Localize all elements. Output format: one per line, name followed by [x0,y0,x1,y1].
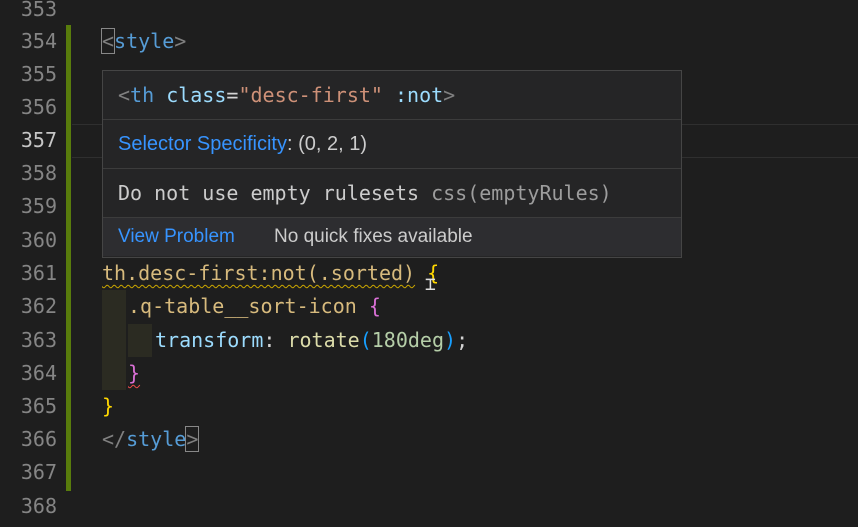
css-selector: .q-table__sort-icon [128,294,357,318]
text-cursor-icon: ⌶ [425,274,436,295]
line-number: 363 [20,328,57,352]
colon: : [263,328,288,352]
css-property: transform [155,328,264,352]
git-modified-indicator [66,25,71,491]
indent-guide [102,290,126,390]
css-function: rotate [287,328,360,352]
element-signature: <th class="desc-first" :not> [118,83,455,107]
code-editor[interactable]: 353 354 355 356 357 358 359 360 361 362 … [0,0,858,527]
close-brace: } [128,361,141,385]
line-number: 356 [20,95,57,119]
line-number: 365 [20,394,57,418]
code-line-366: </style> [102,423,200,456]
sig-space [154,83,166,107]
tag-close-bracket: > [185,426,200,452]
specificity-link[interactable]: Selector Specificity [118,133,287,155]
line-number: 355 [20,62,57,86]
css-selector-warning[interactable]: th.desc-first:not(.sorted) [102,261,415,285]
paren-close: ) [444,328,457,352]
no-quick-fixes-label: No quick fixes available [274,226,473,247]
tag-name: style [114,29,175,53]
line-number: 360 [20,228,57,252]
line-number: 362 [20,294,57,318]
problem-message: Do not use empty rulesets css(emptyRules… [118,181,612,205]
tag-open-bracket: < [100,28,116,54]
sig-eq: = [226,83,239,107]
code-line-362: .q-table__sort-icon { [128,290,381,323]
line-number: 361 [20,261,57,285]
sig-tag: th [130,83,155,107]
sig-lt: < [118,83,131,107]
line-number: 353 [20,0,57,21]
hover-tooltip[interactable]: <th class="desc-first" :not> Selector Sp… [102,70,682,258]
paren-open: ( [359,328,372,352]
code-line-363: transform: rotate(180deg); [155,324,468,357]
code-line-361: th.desc-first:not(.sorted) { [102,257,439,290]
line-number: 367 [20,460,57,484]
hover-status-bar: View Problem No quick fixes available [103,218,681,256]
line-number-active: 357 [20,128,57,152]
hover-problem-row: Do not use empty rulesets css(emptyRules… [103,169,681,218]
hover-signature-row: <th class="desc-first" :not> [103,71,681,120]
hover-specificity-row: Selector Specificity: (0, 2, 1) [103,120,681,169]
sig-attr: class [166,83,227,107]
css-number: 180deg [371,328,445,352]
line-number: 364 [20,361,57,385]
line-number: 366 [20,427,57,451]
code-line-354: <style> [100,25,187,58]
close-brace: } [102,394,115,418]
code-line-365: } [102,390,114,423]
open-brace: { [368,294,381,318]
indent-guide [128,324,152,357]
line-number: 358 [20,161,57,185]
line-number: 354 [20,29,57,53]
problem-text: Do not use empty rulesets [118,181,432,205]
sig-value: "desc-first" [238,83,383,107]
specificity-value: : (0, 2, 1) [286,133,367,155]
tag-name: style [126,427,187,451]
problem-source: css(emptyRules) [431,181,612,205]
sig-pseudo: :not [382,83,444,107]
selector-specificity: Selector Specificity: (0, 2, 1) [118,133,367,156]
line-number: 359 [20,194,57,218]
tag-close-bracket: > [174,29,187,53]
view-problem-link[interactable]: View Problem [118,226,235,248]
tag-open-bracket: </ [102,427,127,451]
line-number: 368 [20,494,57,518]
semicolon: ; [456,328,469,352]
sig-gt: > [443,83,456,107]
code-line-364: } [128,357,140,390]
